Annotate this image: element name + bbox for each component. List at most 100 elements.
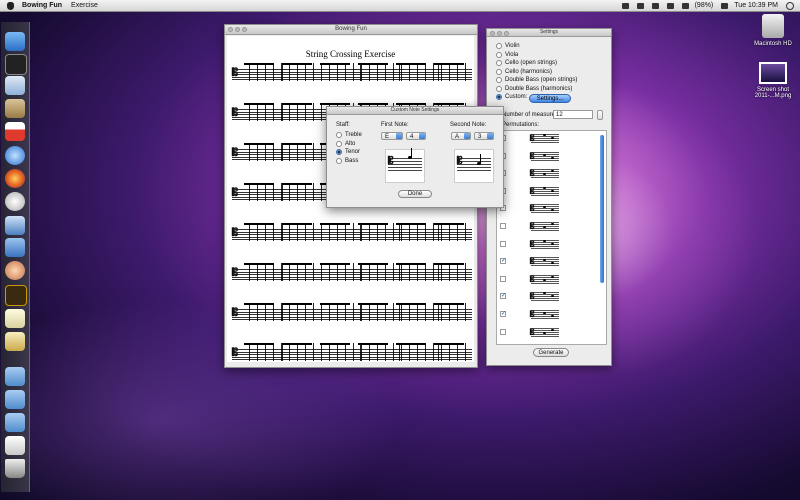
volume-icon[interactable] [666,2,674,9]
permutations-list[interactable]: 𝄡 𝄡 𝄡 𝄡 𝄡 𝄡 𝄡 ✓ 𝄡 𝄡 ✓ 𝄡 ✓ 𝄡 𝄡 [496,130,607,345]
bluetooth-icon[interactable] [621,2,629,9]
done-button[interactable]: Done [398,190,432,198]
permutation-checkbox[interactable]: ✓ [500,293,506,300]
instrument-radio[interactable]: Viola [496,51,518,58]
dashboard-icon[interactable] [5,238,25,257]
folder-icon[interactable] [5,413,25,432]
permutation-checkbox[interactable] [500,275,506,282]
preview-icon[interactable] [5,99,25,118]
permutation-notation: 𝄡 [530,308,559,319]
instrument-radio[interactable]: Double Bass (open strings) [496,77,577,83]
tenor-clef-icon: 𝄡 [530,203,535,214]
clock-widget-icon[interactable] [5,285,27,306]
generate-button[interactable]: Generate [533,348,569,357]
textedit-icon[interactable] [5,76,25,95]
battery-icon[interactable] [681,2,689,9]
window-controls [228,27,249,32]
staff-option-label: Treble [345,132,362,138]
terminal-icon[interactable] [5,54,27,75]
close-icon[interactable] [228,27,233,32]
desktop-icon-hd[interactable]: Macintosh HD [748,14,798,47]
desktop-icon-label: Macintosh HD [754,41,792,47]
permutation-checkbox[interactable] [500,240,506,247]
tenor-clef-icon: 𝄡 [232,266,239,279]
permutation-checkbox[interactable] [500,223,506,229]
staff-radio[interactable]: Tenor [336,149,360,155]
settings-window: Settings Violin Viola Cello (open strings)… [486,28,612,366]
instrument-label: Double Bass (open strings) [505,77,578,83]
instrument-label: Custom: [505,94,528,100]
instrument-radio[interactable]: Custom: [496,94,527,100]
custom-panel-titlebar[interactable]: Custom Note Settings [327,107,503,115]
permutation-row: ✓ 𝄡 [497,307,606,324]
note-group [244,263,472,281]
music-staff: 𝄡 [232,63,472,81]
staff-radio[interactable]: Treble [336,132,362,138]
second-note-octave-popup[interactable]: 3 [474,132,494,140]
permutation-checkbox[interactable] [500,328,506,335]
instrument-radio[interactable]: Double Bass (harmonics) [496,85,572,92]
flag-icon[interactable] [721,2,729,9]
music-staff: 𝄡 [232,223,472,241]
app-menu[interactable]: Bowing Fun [22,2,62,9]
minimize-icon[interactable] [497,31,502,36]
firefox-icon[interactable] [5,169,25,188]
permutation-notation: 𝄡 [530,132,559,143]
tenor-clef-icon: 𝄡 [232,346,239,359]
folder-icon[interactable] [5,390,25,409]
trash-icon[interactable] [5,459,25,478]
tenor-clef-icon: 𝄡 [232,146,239,159]
note-group [244,303,472,321]
instrument-radio[interactable]: Cello (harmonics) [496,68,553,75]
zoom-icon[interactable] [504,31,509,36]
desktop-icon-screenshot[interactable]: Screen shot 2011-...M.png [748,62,798,99]
note-beam [244,303,472,305]
second-note-preview: 𝄡 [454,149,494,183]
staff-radio[interactable]: Bass [336,157,358,164]
staff-radio[interactable]: Alto [336,140,355,147]
custom-settings-button[interactable]: Settings... [529,94,571,103]
first-note-octave: 4 [410,134,414,140]
instrument-label: Cello (harmonics) [505,68,553,75]
radio-icon [336,132,342,138]
finder-icon[interactable] [5,32,25,51]
tenor-clef-icon: 𝄡 [530,309,535,319]
close-icon[interactable] [490,31,495,36]
minimize-icon[interactable] [235,27,240,32]
scrollbar[interactable] [600,135,604,283]
measures-input[interactable]: 12 [553,110,593,119]
photo-icon[interactable] [5,261,25,280]
permutation-checkbox[interactable]: ✓ [500,258,506,265]
note-beam [244,263,472,265]
ical-icon[interactable] [5,122,25,141]
instrument-radio[interactable]: Violin [496,43,520,49]
downloads-icon[interactable] [5,436,25,455]
zoom-icon[interactable] [242,27,247,32]
document-titlebar[interactable]: Bowing Fun [225,25,477,35]
tenor-clef-icon: 𝄡 [232,186,239,199]
bowing-fun-icon[interactable] [5,332,25,351]
instrument-radio[interactable]: Cello (open strings) [496,60,557,66]
spotlight-icon[interactable] [786,1,794,10]
measures-stepper[interactable] [597,110,603,120]
radio-icon [496,51,502,58]
xcode-icon[interactable] [5,216,25,235]
permutation-notation: 𝄡 [530,185,559,196]
second-note-name-popup[interactable]: A [451,132,471,140]
first-note-octave-popup[interactable]: 4 [406,132,426,140]
apple-menu-icon[interactable] [7,1,14,10]
notes-icon[interactable] [5,309,25,328]
radio-icon [496,68,502,75]
folder-icon[interactable] [5,367,25,386]
menu-exercise[interactable]: Exercise [71,2,98,9]
menu-clock[interactable]: Tue 10:39 PM [734,2,778,9]
tenor-clef-icon: 𝄡 [530,326,535,337]
permutation-checkbox[interactable]: ✓ [500,311,506,317]
clock-icon[interactable] [5,192,25,211]
settings-titlebar[interactable]: Settings [487,29,611,37]
custom-note-settings-panel: Custom Note Settings Staff: Treble Alto Te… [326,106,504,208]
itunes-icon[interactable] [5,146,25,165]
time-machine-icon[interactable] [636,2,644,9]
first-note-name-popup[interactable]: E [381,132,403,140]
wifi-icon[interactable] [651,2,659,9]
